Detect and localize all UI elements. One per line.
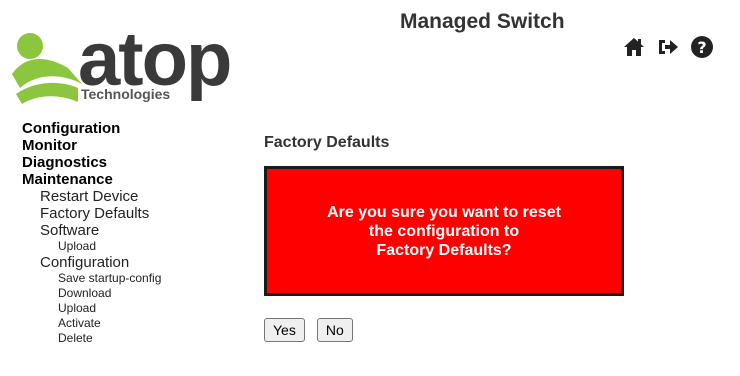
logo-subtitle: Technologies xyxy=(78,86,174,102)
warning-box: Are you sure you want to reset the confi… xyxy=(264,166,624,296)
menu-software-upload[interactable]: Upload xyxy=(22,239,222,254)
page: atop Technologies Managed Switch ? Confi… xyxy=(0,0,740,376)
header-icons: ? xyxy=(622,34,714,60)
menu-software[interactable]: Software xyxy=(22,222,222,239)
page-title: Factory Defaults xyxy=(264,134,390,151)
sidebar-menu: Configuration Monitor Diagnostics Mainte… xyxy=(22,120,222,346)
menu-config-download[interactable]: Download xyxy=(22,286,222,301)
logout-icon[interactable] xyxy=(656,35,680,59)
menu-config-activate[interactable]: Activate xyxy=(22,316,222,331)
menu-factory-defaults[interactable]: Factory Defaults xyxy=(22,205,222,222)
menu-configuration[interactable]: Configuration xyxy=(22,120,222,137)
no-button[interactable]: No xyxy=(316,318,353,342)
svg-text:?: ? xyxy=(697,38,706,57)
menu-config-upload[interactable]: Upload xyxy=(22,301,222,316)
menu-restart-device[interactable]: Restart Device xyxy=(22,188,222,205)
menu-monitor[interactable]: Monitor xyxy=(22,137,222,154)
yes-button[interactable]: Yes xyxy=(264,318,305,342)
atop-logo[interactable]: atop Technologies xyxy=(8,18,238,108)
help-icon[interactable]: ? xyxy=(690,35,714,59)
menu-maintenance[interactable]: Maintenance xyxy=(22,171,222,188)
atop-logo-mark xyxy=(12,33,82,104)
home-icon[interactable] xyxy=(622,35,646,59)
confirm-buttons: Yes No xyxy=(264,318,353,342)
app-title: Managed Switch xyxy=(400,10,565,33)
menu-save-startup-config[interactable]: Save startup-config xyxy=(22,271,222,286)
menu-config-delete[interactable]: Delete xyxy=(22,331,222,346)
menu-maint-configuration[interactable]: Configuration xyxy=(22,254,222,271)
menu-diagnostics[interactable]: Diagnostics xyxy=(22,154,222,171)
warning-message: Are you sure you want to reset the confi… xyxy=(327,203,561,259)
